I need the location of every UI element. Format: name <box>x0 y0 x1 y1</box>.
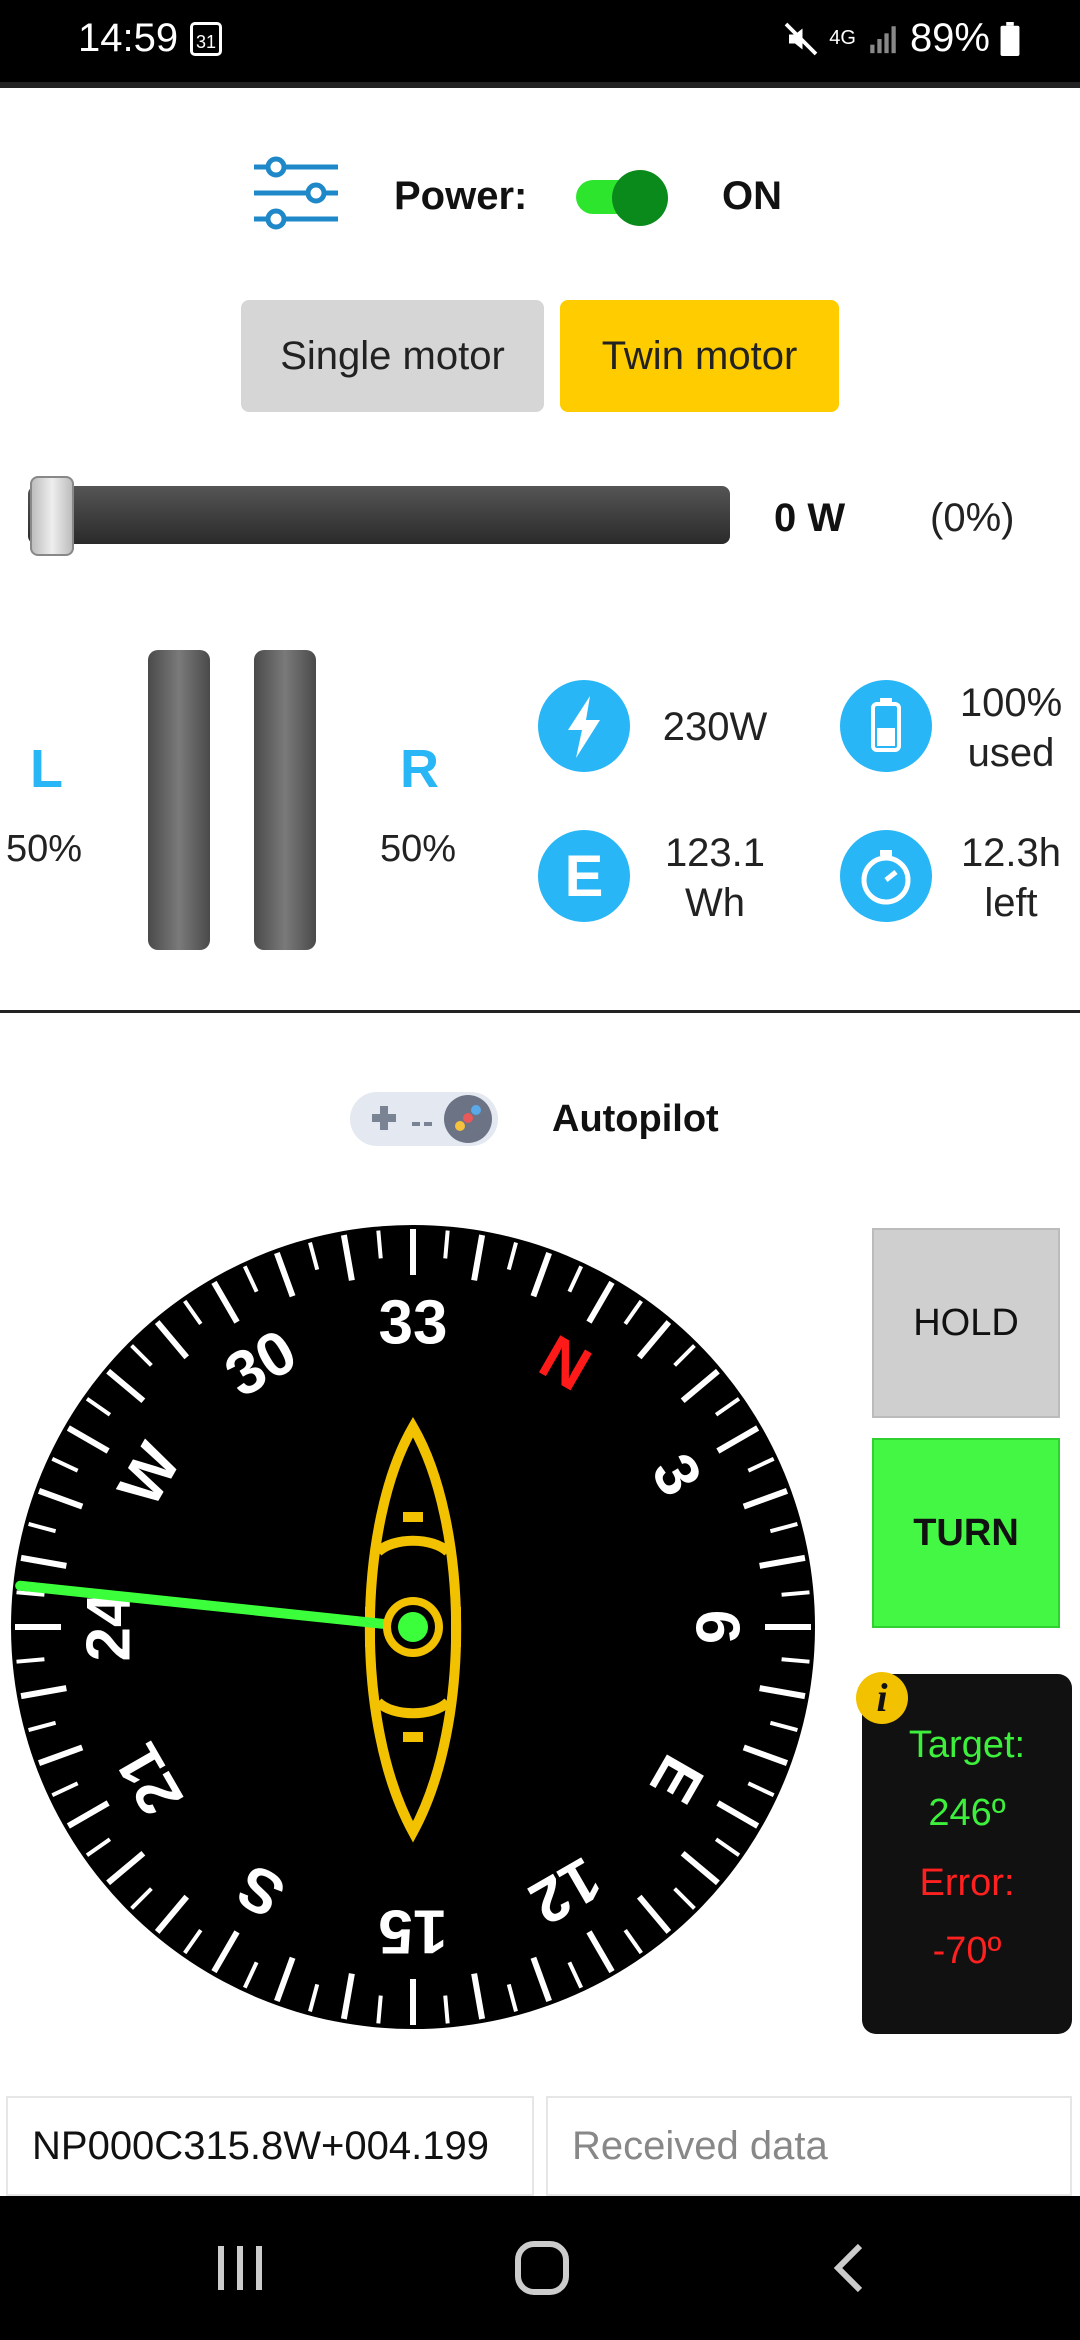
battery-icon <box>1000 21 1020 56</box>
energy-value: 123.1 Wh <box>650 828 780 928</box>
recent-apps-icon[interactable] <box>212 2240 268 2296</box>
power-label: Power: <box>394 174 528 218</box>
right-motor-bar[interactable] <box>254 650 316 950</box>
navigation-bar <box>0 2196 1080 2340</box>
pivot-center <box>398 1612 428 1642</box>
error-label: Error: <box>919 1862 1015 1904</box>
compass-dial[interactable]: N36E1215S2124W30 33 <box>8 1222 818 2032</box>
back-icon[interactable] <box>822 2240 878 2296</box>
time-left-line2: left <box>984 881 1038 925</box>
battery-percent: 89% <box>909 16 990 60</box>
autopilot-title: Autopilot <box>552 1098 719 1140</box>
battery-used-line2: used <box>967 731 1055 775</box>
battery-used-line1: 100% <box>959 681 1063 725</box>
sent-data-field[interactable]: NP000C315.8W+004.199 <box>6 2096 534 2196</box>
throttle-slider[interactable] <box>28 476 730 556</box>
error-value: -70º <box>932 1930 1002 1972</box>
signal-icon <box>870 25 896 53</box>
battery-usage-icon <box>840 680 932 772</box>
settings-sliders-icon[interactable] <box>250 155 342 231</box>
compass-label: 15 <box>379 1897 448 1966</box>
network-icon: 4G <box>829 27 856 49</box>
right-motor-value: 50% <box>380 828 457 870</box>
calendar-icon: 31 <box>190 22 222 56</box>
power-state: ON <box>722 174 782 218</box>
right-motor-label: R <box>400 739 439 799</box>
status-time: 14:59 <box>78 16 179 60</box>
power-value: 230W <box>662 705 768 749</box>
info-panel: i Target: 246º Error: -70º <box>856 1672 1072 2034</box>
received-data-field[interactable]: Received data <box>546 2096 1072 2196</box>
hold-button[interactable]: HOLD <box>872 1228 1060 1418</box>
status-bar: 14:59 31 4G 89% <box>0 0 1080 82</box>
battery-used-value: 100% used <box>946 678 1076 778</box>
twin-motor-button[interactable]: Twin motor <box>560 300 839 412</box>
top-divider <box>0 82 1080 88</box>
section-divider <box>0 1010 1080 1013</box>
turn-button[interactable]: TURN <box>872 1438 1060 1628</box>
throttle-slider-thumb[interactable] <box>30 476 74 556</box>
throttle-watts: 0 W <box>774 496 846 540</box>
target-value: 246º <box>928 1792 1006 1834</box>
home-icon[interactable] <box>512 2238 572 2298</box>
compass-label: 6 <box>683 1610 752 1644</box>
left-motor-label: L <box>30 739 63 799</box>
single-motor-button[interactable]: Single motor <box>241 300 544 412</box>
svg-text:E: E <box>565 844 604 909</box>
status-right: 4G 89% <box>783 16 1020 61</box>
lightning-icon <box>538 680 630 772</box>
mute-icon <box>784 22 818 55</box>
left-motor-value: 50% <box>6 828 83 870</box>
energy-icon: E <box>538 830 630 922</box>
time-left-line1: 12.3h <box>960 831 1062 875</box>
target-label: Target: <box>908 1724 1026 1766</box>
energy-line1: 123.1 <box>664 831 766 875</box>
power-toggle-thumb <box>612 170 668 226</box>
time-left-value: 12.3h left <box>946 828 1076 928</box>
throttle-percent: (0%) <box>930 496 1015 540</box>
power-toggle[interactable] <box>576 170 670 226</box>
gamepad-icon[interactable] <box>348 1088 500 1150</box>
left-motor-bar[interactable] <box>148 650 210 950</box>
compass-label: 33 <box>379 1288 448 1357</box>
stopwatch-icon <box>840 830 932 922</box>
info-icon[interactable]: i <box>856 1672 908 1724</box>
energy-line2: Wh <box>685 881 745 925</box>
